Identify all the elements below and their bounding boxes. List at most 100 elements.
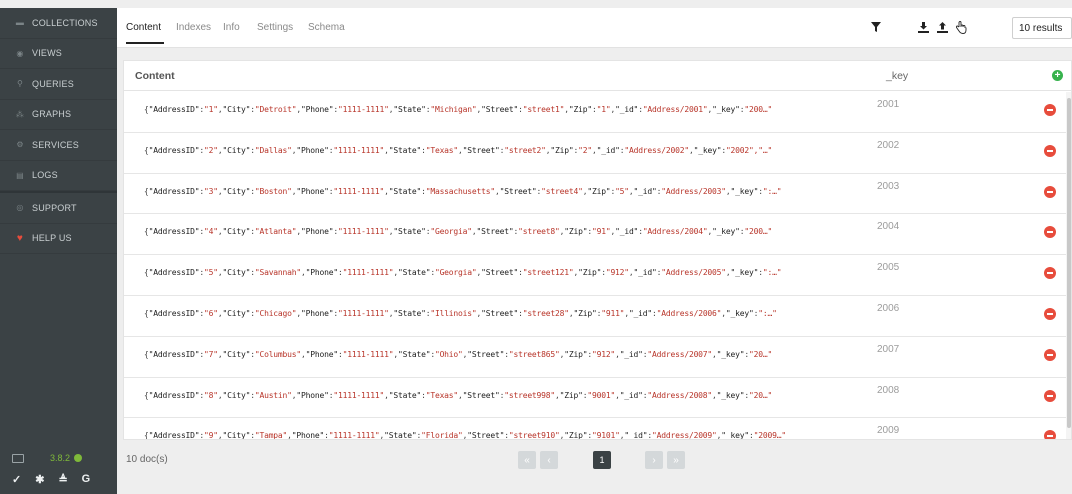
delete-document-button[interactable] <box>1044 348 1056 361</box>
documents-panel: Content _key + {"AddressID":"1","City":"… <box>123 60 1072 440</box>
status-ok-icon <box>74 454 83 462</box>
header-content: Content <box>135 70 175 82</box>
document-key: 2009 <box>877 425 900 437</box>
table-row[interactable]: {"AddressID":"2","City":"Dallas","Phone"… <box>124 133 1066 174</box>
document-json[interactable]: {"AddressID":"5","City":"Savannah","Phon… <box>144 268 850 277</box>
sidebar-item-label: SERVICES <box>32 139 79 150</box>
document-json[interactable]: {"AddressID":"4","City":"Atlanta","Phone… <box>144 227 850 236</box>
document-json[interactable]: {"AddressID":"8","City":"Austin","Phone"… <box>144 391 850 400</box>
version-row: 3.8.2 <box>0 448 117 468</box>
table-row[interactable]: {"AddressID":"3","City":"Boston","Phone"… <box>124 174 1066 215</box>
upload-icon[interactable] <box>935 20 949 34</box>
sidebar-item-label: VIEWS <box>32 48 63 59</box>
sidebar-item-queries[interactable]: ⚲ QUERIES <box>0 69 117 100</box>
select-hand-icon[interactable] <box>955 20 969 34</box>
queries-icon: ⚲ <box>16 79 24 89</box>
delete-document-button[interactable] <box>1044 267 1056 280</box>
sidebar-item-collections[interactable]: ▬ COLLECTIONS <box>0 8 117 39</box>
version-label: 3.8.2 <box>50 453 71 463</box>
sidebar-item-logs[interactable]: ▤ LOGS <box>0 161 117 191</box>
sidebar-item-help-us[interactable]: ♥ HELP US <box>0 224 117 254</box>
table-row[interactable]: {"AddressID":"1","City":"Detroit","Phone… <box>124 92 1066 133</box>
arangodb-web-ui: ▬ COLLECTIONS ◉ VIEWS ⚲ QUERIES ⁂ GRAPHS ⚙ SERVIC… <box>0 0 1072 494</box>
subnav-tabbar: Content Indexes Info Settings Schema 10 … <box>117 8 1072 48</box>
document-json[interactable]: {"AddressID":"3","City":"Boston","Phone"… <box>144 187 850 196</box>
scrollbar[interactable] <box>1066 92 1071 439</box>
logs-icon: ▤ <box>16 170 24 180</box>
document-key: 2002 <box>877 139 900 151</box>
document-json[interactable]: {"AddressID":"1","City":"Detroit","Phone… <box>144 105 850 114</box>
header-key: _key <box>886 70 909 82</box>
sidebar-item-label: COLLECTIONS <box>32 17 98 28</box>
main-area: Content Indexes Info Settings Schema 10 … <box>117 8 1072 494</box>
table-row[interactable]: {"AddressID":"7","City":"Columbus","Phon… <box>124 337 1066 378</box>
document-key: 2007 <box>877 343 900 355</box>
tab-settings[interactable]: Settings <box>257 22 293 33</box>
document-json[interactable]: {"AddressID":"9","City":"Tampa","Phone":… <box>144 431 850 439</box>
prev-page-button[interactable]: ‹ <box>540 451 558 469</box>
document-json[interactable]: {"AddressID":"7","City":"Columbus","Phon… <box>144 350 850 359</box>
table-footer: 10 doc(s) « ‹ 1 › » <box>117 442 1072 482</box>
sidebar-item-services[interactable]: ⚙ SERVICES <box>0 130 117 161</box>
sidebar-item-graphs[interactable]: ⁂ GRAPHS <box>0 100 117 130</box>
tab-content[interactable]: Content <box>126 22 161 33</box>
tab-indexes[interactable]: Indexes <box>176 22 211 33</box>
last-page-button[interactable]: » <box>667 451 685 469</box>
next-page-button[interactable]: › <box>645 451 663 469</box>
document-key: 2005 <box>877 262 900 274</box>
delete-document-button[interactable] <box>1044 389 1056 402</box>
support-icon: ◎ <box>16 203 24 213</box>
document-key: 2008 <box>877 384 900 396</box>
add-document-button[interactable]: + <box>1052 70 1063 81</box>
table-header: Content _key + <box>124 61 1071 91</box>
sidebar: ▬ COLLECTIONS ◉ VIEWS ⚲ QUERIES ⁂ GRAPHS ⚙ SERVIC… <box>0 8 117 494</box>
document-key: 2001 <box>877 99 900 110</box>
sidebar-footer: 3.8.2 ✓ ✱ ≜ G <box>0 448 117 494</box>
table-row[interactable]: {"AddressID":"4","City":"Atlanta","Phone… <box>124 214 1066 256</box>
document-json[interactable]: {"AddressID":"6","City":"Chicago","Phone… <box>144 309 850 318</box>
table-row[interactable]: {"AddressID":"6","City":"Chicago","Phone… <box>124 296 1066 337</box>
tab-schema[interactable]: Schema <box>308 22 345 33</box>
first-page-button[interactable]: « <box>518 451 536 469</box>
delete-document-button[interactable] <box>1044 185 1056 198</box>
delete-document-button[interactable] <box>1044 307 1056 320</box>
table-row[interactable]: {"AddressID":"5","City":"Savannah","Phon… <box>124 255 1066 296</box>
document-key: 2004 <box>877 221 900 233</box>
sidebar-item-label: GRAPHS <box>32 109 72 120</box>
top-gap <box>0 0 1072 8</box>
slack-icon[interactable]: ✱ <box>35 473 44 486</box>
keyboard-icon[interactable] <box>12 453 24 463</box>
delete-document-button[interactable] <box>1044 226 1056 239</box>
sidebar-item-label: QUERIES <box>32 78 74 89</box>
stackoverflow-icon[interactable]: ≜ <box>58 473 67 486</box>
download-icon[interactable] <box>916 20 930 34</box>
table-row[interactable]: {"AddressID":"9","City":"Tampa","Phone":… <box>124 418 1066 439</box>
collections-icon: ▬ <box>15 18 25 28</box>
document-json[interactable]: {"AddressID":"2","City":"Dallas","Phone"… <box>144 146 850 155</box>
twitter-icon[interactable]: ✓ <box>12 473 21 486</box>
heart-icon: ♥ <box>16 232 24 244</box>
document-key: 2003 <box>877 180 900 192</box>
graphs-icon: ⁂ <box>15 109 25 119</box>
results-per-page-select[interactable]: 10 results <box>1012 17 1072 39</box>
active-tab-indicator <box>126 42 164 44</box>
sidebar-item-label: HELP US <box>32 233 72 244</box>
sidebar-item-label: SUPPORT <box>32 202 77 213</box>
sidebar-item-views[interactable]: ◉ VIEWS <box>0 39 117 69</box>
delete-document-button[interactable] <box>1044 104 1056 116</box>
table-row[interactable]: {"AddressID":"8","City":"Austin","Phone"… <box>124 378 1066 419</box>
current-page-button[interactable]: 1 <box>593 451 611 469</box>
delete-document-button[interactable] <box>1044 144 1056 157</box>
services-icon: ⚙ <box>16 140 24 150</box>
tab-info[interactable]: Info <box>223 22 240 33</box>
sidebar-item-label: LOGS <box>32 170 58 181</box>
views-icon: ◉ <box>16 48 24 58</box>
delete-document-button[interactable] <box>1044 430 1056 439</box>
documents-list: {"AddressID":"1","City":"Detroit","Phone… <box>124 92 1066 439</box>
social-links: ✓ ✱ ≜ G <box>0 468 117 490</box>
sidebar-item-support[interactable]: ◎ SUPPORT <box>0 193 117 224</box>
google-icon[interactable]: G <box>82 473 91 485</box>
document-key: 2006 <box>877 302 900 314</box>
scrollbar-thumb[interactable] <box>1067 98 1071 428</box>
filter-icon[interactable] <box>869 20 883 34</box>
